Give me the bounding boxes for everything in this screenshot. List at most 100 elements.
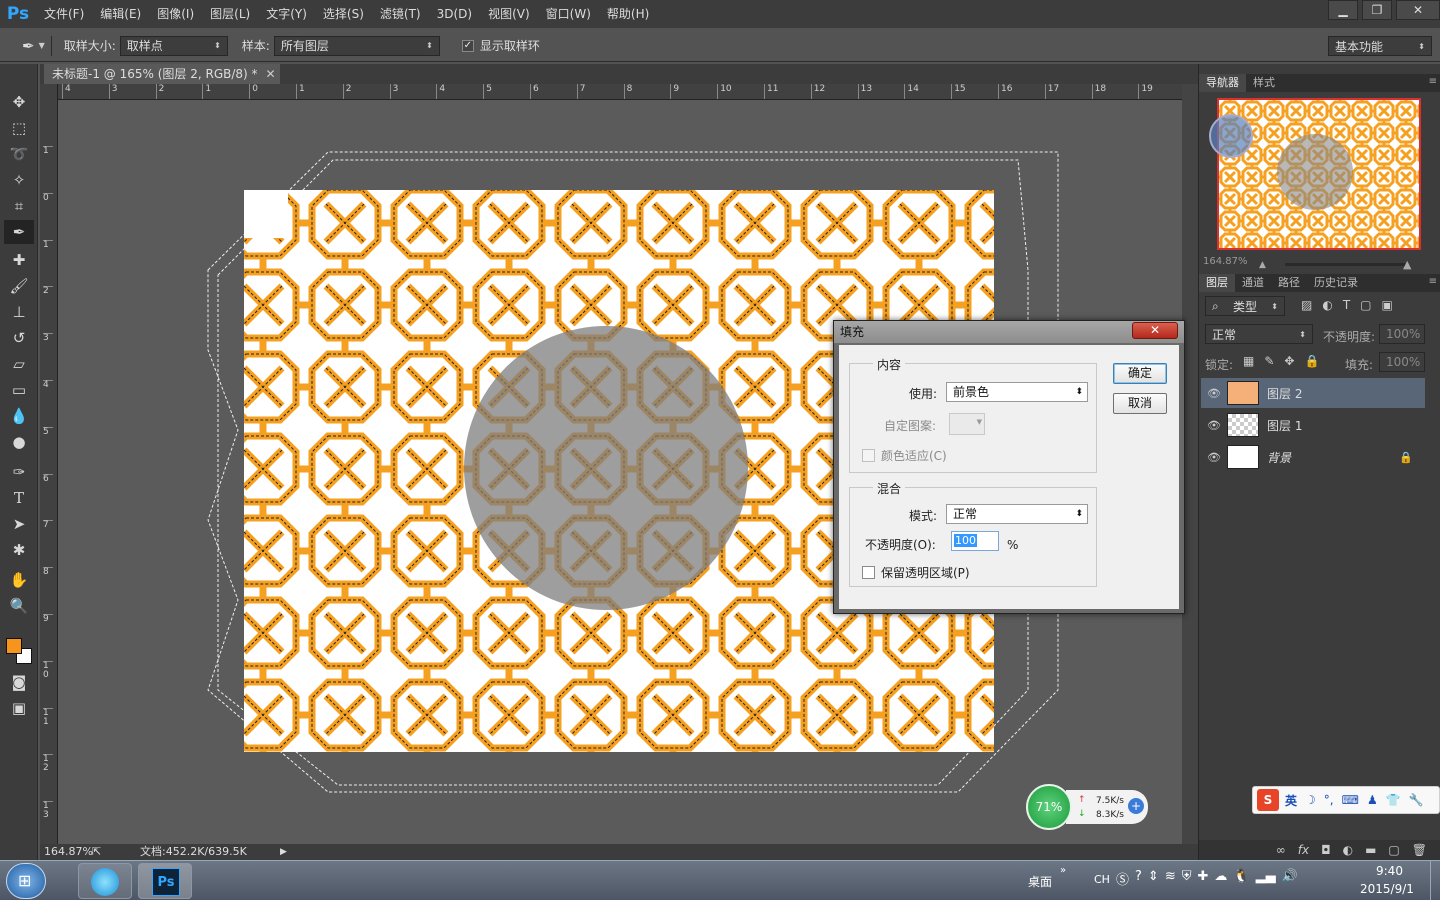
dodge-tool[interactable]: ● (4, 430, 34, 454)
blend-mode-select[interactable]: 正常 ⬍ (1205, 324, 1313, 344)
chevron-right-icon[interactable]: » (1060, 865, 1066, 876)
move-tool[interactable]: ✥ (4, 90, 34, 114)
link-icon[interactable]: ∞ (1276, 843, 1286, 857)
menu-window[interactable]: 窗口(W) (538, 0, 599, 28)
lock-pixels-icon[interactable]: ✎ (1264, 354, 1274, 368)
ime-lang[interactable]: 英 (1285, 792, 1297, 809)
folder-icon[interactable]: ▬ (1365, 843, 1376, 857)
tab-navigator[interactable]: 导航器 (1199, 74, 1246, 92)
mask-icon[interactable]: ◘ (1321, 843, 1331, 857)
skin-icon[interactable]: 👕 (1386, 793, 1401, 807)
clock-time[interactable]: 9:40 (1376, 864, 1403, 878)
tab-layers[interactable]: 图层 (1199, 274, 1235, 292)
volume-icon[interactable]: 🔊 (1282, 869, 1298, 888)
tab-styles[interactable]: 样式 (1246, 74, 1282, 92)
eye-icon[interactable]: 👁 (1201, 451, 1227, 464)
shape-filter-icon[interactable]: ▢ (1360, 298, 1371, 312)
lock-position-icon[interactable]: ✥ (1284, 354, 1294, 368)
plus-tray-icon[interactable]: ✚ (1198, 869, 1209, 888)
shield-tray-icon[interactable]: ⛨ (1182, 869, 1192, 888)
opacity-input[interactable]: 100 (951, 531, 999, 551)
new-layer-icon[interactable]: ▢ (1388, 843, 1399, 857)
dialog-close-button[interactable]: ✕ (1132, 322, 1178, 339)
wrench-icon[interactable]: 🔧 (1409, 793, 1424, 807)
menu-help[interactable]: 帮助(H) (599, 0, 657, 28)
adjustment-filter-icon[interactable]: ◐ (1322, 298, 1332, 312)
help-tray-icon[interactable]: ? (1135, 869, 1142, 888)
navigator-zoom[interactable]: 164.87% (1203, 256, 1248, 267)
layer-row[interactable]: 👁 图层 2 (1201, 378, 1425, 408)
cancel-button[interactable]: 取消 (1113, 393, 1167, 414)
eyedropper-tool[interactable]: ✒ (4, 220, 34, 244)
layer-filter-select[interactable]: ⌕ 类型 ⬍ (1205, 296, 1285, 316)
preset-dropdown-icon[interactable]: ▼ (39, 41, 45, 50)
taskbar-photoshop-button[interactable]: Ps (138, 863, 192, 899)
eye-icon[interactable]: 👁 (1201, 387, 1227, 400)
network-speed-widget[interactable]: ↑ 7.5K/s ↓ 8.3K/s + 71% (1026, 784, 1150, 832)
panel-menu-icon[interactable]: ≡ (1429, 276, 1437, 287)
keyboard-icon[interactable]: ⌨ (1342, 793, 1359, 807)
screen-mode-button[interactable]: ▣ (4, 696, 34, 720)
layer-row[interactable]: 👁 背景 🔒 (1201, 442, 1425, 472)
lock-transparency-icon[interactable]: ▦ (1243, 354, 1254, 368)
zoom-tool[interactable]: 🔍 (4, 594, 34, 618)
cloud-tray-icon[interactable]: ☁ (1214, 869, 1227, 888)
minimize-button[interactable]: ▁ (1328, 0, 1358, 20)
menu-layer[interactable]: 图层(L) (202, 0, 258, 28)
type-filter-icon[interactable]: T (1343, 298, 1350, 312)
half-width-icon[interactable]: ☽ (1305, 793, 1316, 807)
document-tab[interactable]: 未标题-1 @ 165% (图层 2, RGB/8) * ✕ (44, 64, 280, 84)
marquee-tool[interactable]: ⬚ (4, 116, 34, 140)
blur-tool[interactable]: 💧 (4, 404, 34, 428)
wifi-floating-icon[interactable] (1209, 114, 1253, 158)
layer-opacity-field[interactable]: 100% (1379, 324, 1425, 344)
dialog-titlebar[interactable]: 填充 ✕ (834, 321, 1184, 343)
eraser-tool[interactable]: ▱ (4, 352, 34, 376)
trash-icon[interactable]: 🗑 (1412, 843, 1427, 857)
punctuation-icon[interactable]: °, (1324, 793, 1334, 807)
ok-button[interactable]: 确定 (1113, 363, 1167, 384)
sample-size-select[interactable]: 取样点 ⬍ (119, 35, 228, 56)
tab-paths[interactable]: 路径 (1271, 274, 1307, 292)
user-icon[interactable]: ♟ (1367, 793, 1378, 807)
menu-view[interactable]: 视图(V) (480, 0, 538, 28)
magic-wand-tool[interactable]: ✧ (4, 168, 34, 192)
foreground-color-swatch[interactable] (6, 638, 22, 654)
use-select[interactable]: 前景色 ⬍ (946, 382, 1088, 402)
restore-button[interactable]: ❐ (1362, 0, 1392, 20)
menu-image[interactable]: 图像(I) (149, 0, 202, 28)
eye-icon[interactable]: 👁 (1201, 419, 1227, 432)
adjustment-icon[interactable]: ◐ (1343, 843, 1353, 857)
crop-tool[interactable]: ⌗ (4, 194, 34, 218)
close-tab-icon[interactable]: ✕ (265, 64, 275, 84)
quick-mask-button[interactable]: ◙ (4, 670, 34, 694)
zoom-readout[interactable]: 164.87% (44, 844, 93, 860)
zoom-in-icon[interactable]: ▲ (1403, 258, 1411, 271)
mode-select[interactable]: 正常 ⬍ (946, 504, 1088, 524)
show-ring-checkbox[interactable]: ✓ (461, 39, 474, 52)
type-tool[interactable]: T (4, 486, 34, 510)
eyedropper-tool-preset-icon[interactable]: ✒ (22, 37, 35, 55)
panel-menu-icon[interactable]: ≡ (1429, 76, 1437, 87)
gradient-tool[interactable]: ▭ (4, 378, 34, 402)
arrow-tray-icon[interactable]: ⇕ (1148, 869, 1159, 888)
show-desktop-button[interactable] (1430, 861, 1440, 900)
wifi-tray-icon[interactable]: ≋ (1165, 869, 1176, 888)
history-brush-tool[interactable]: ↺ (4, 326, 34, 350)
status-menu-icon[interactable]: ▶ (280, 844, 287, 860)
pen-tool[interactable]: ✑ (4, 460, 34, 484)
fx-icon[interactable]: fx (1298, 843, 1309, 857)
lock-all-icon[interactable]: 🔒 (1304, 354, 1319, 368)
tab-history[interactable]: 历史记录 (1307, 274, 1365, 292)
sample-select[interactable]: 所有图层 ⬍ (273, 35, 440, 56)
layer-fill-field[interactable]: 100% (1379, 352, 1425, 372)
sogou-logo-icon[interactable]: S (1257, 789, 1279, 811)
menu-select[interactable]: 选择(S) (315, 0, 372, 28)
hand-tool[interactable]: ✋ (4, 568, 34, 592)
sogou-tray-icon[interactable]: Ⓢ (1116, 869, 1129, 888)
signal-tray-icon[interactable]: ▂▄ (1256, 869, 1276, 888)
zoom-out-icon[interactable]: ▲ (1259, 260, 1266, 270)
image-filter-icon[interactable]: ▨ (1301, 298, 1312, 312)
export-icon[interactable]: ⇱ (92, 844, 101, 860)
path-selection-tool[interactable]: ➤ (4, 512, 34, 536)
